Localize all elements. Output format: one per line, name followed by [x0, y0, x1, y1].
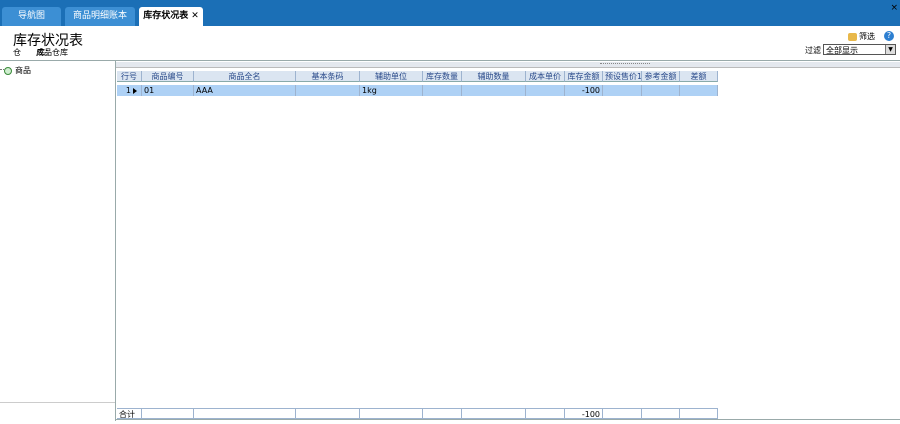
window-close-icon[interactable]: ×: [890, 3, 898, 13]
tab-label: 库存状况表: [143, 11, 189, 21]
footer-stock-amount: -100: [565, 408, 603, 419]
footer-cell: [526, 408, 565, 419]
tree-node-label: 商品: [15, 66, 31, 75]
stock-qty-cell: [423, 85, 462, 96]
chevron-down-icon[interactable]: ▼: [885, 45, 895, 54]
col-stock-qty[interactable]: 库存数量: [423, 71, 462, 82]
folder-icon: [4, 66, 12, 75]
col-difference[interactable]: 差额: [680, 71, 718, 82]
filter-label: 过滤: [805, 46, 821, 55]
footer-cell: [603, 408, 642, 419]
stock-amount-cell: -100: [565, 85, 603, 96]
tab-navigation[interactable]: 导航图: [2, 7, 61, 26]
difference-cell: [680, 85, 718, 96]
panel-splitter[interactable]: [116, 62, 900, 68]
col-aux-unit[interactable]: 辅助单位: [360, 71, 423, 82]
col-aux-qty[interactable]: 辅助数量: [462, 71, 526, 82]
footer-cell: [360, 408, 423, 419]
unit-cost-cell: [526, 85, 565, 96]
tab-label: 导航图: [17, 11, 45, 21]
barcode-cell: [296, 85, 360, 96]
footer-cell: [642, 408, 680, 419]
table-footer-row: 合计 -100: [117, 408, 718, 419]
col-preset-price[interactable]: 预设售价1: [603, 71, 642, 82]
filter-select-value: 全部显示: [826, 46, 858, 55]
tab-product-ledger[interactable]: 商品明细账本: [65, 7, 135, 26]
col-unit-cost[interactable]: 成本单价: [526, 71, 565, 82]
product-name-cell: AAA: [194, 85, 296, 96]
grid-bottom-border: [116, 419, 900, 420]
filter-button-label: 筛选: [859, 32, 875, 41]
category-tree: 商品: [0, 61, 116, 421]
footer-cell: [423, 408, 462, 419]
preset-price-cell: [603, 85, 642, 96]
footer-cell: [462, 408, 526, 419]
splitter-grip[interactable]: [600, 63, 650, 66]
row-no-cell: 1: [117, 85, 142, 96]
tree-footer: [0, 402, 115, 421]
row-pointer-icon: [133, 87, 137, 94]
col-stock-amount[interactable]: 库存金额: [565, 71, 603, 82]
help-icon[interactable]: ?: [884, 31, 894, 41]
col-product-code[interactable]: 商品编号: [142, 71, 194, 82]
footer-cell: [142, 408, 194, 419]
tab-bar: 导航图 商品明细账本 库存状况表 ✕ ×: [0, 0, 900, 26]
aux-qty-cell: [462, 85, 526, 96]
footer-cell: [194, 408, 296, 419]
tab-inventory-status[interactable]: 库存状况表 ✕: [139, 7, 203, 26]
filter-button[interactable]: 筛选: [848, 31, 875, 42]
col-ref-amount[interactable]: 参考金额: [642, 71, 680, 82]
filter-select[interactable]: 全部显示 ▼: [823, 44, 896, 55]
tab-label: 商品明细账本: [72, 11, 127, 21]
aux-unit-cell: 1kg: [360, 85, 423, 96]
col-row-no[interactable]: 行号: [117, 71, 142, 82]
product-code-cell: 01: [142, 85, 194, 96]
col-product-name[interactable]: 商品全名: [194, 71, 296, 82]
filter-icon: [848, 32, 857, 41]
ref-amount-cell: [642, 85, 680, 96]
footer-cell: [680, 408, 718, 419]
table-header: 行号 商品编号 商品全名 基本条码 辅助单位 库存数量 辅助数量 成本单价 库存…: [117, 71, 718, 82]
header-divider: [0, 60, 900, 61]
tab-close-icon[interactable]: ✕: [191, 11, 199, 21]
row-no: 1: [125, 86, 131, 95]
footer-total-label: 合计: [117, 408, 142, 419]
tree-node-products[interactable]: 商品: [4, 65, 31, 76]
warehouse-value: 成品仓库: [36, 48, 68, 57]
col-barcode[interactable]: 基本条码: [296, 71, 360, 82]
footer-cell: [296, 408, 360, 419]
table-row[interactable]: 1 01 AAA 1kg -100: [117, 85, 718, 96]
